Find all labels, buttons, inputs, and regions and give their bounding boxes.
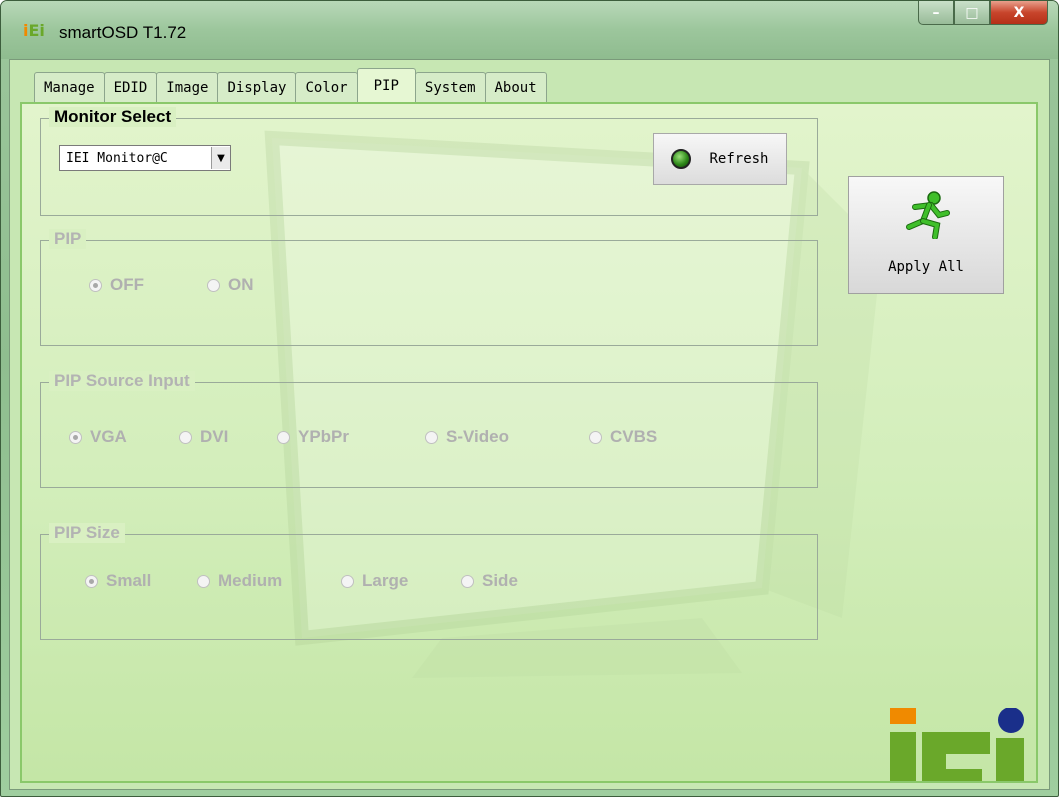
radio-selected-icon <box>89 278 102 292</box>
tab-manage[interactable]: Manage <box>34 72 105 102</box>
app-logo-icon: iEi <box>23 21 45 40</box>
tab-edid[interactable]: EDID <box>103 72 158 102</box>
source-dvi-radio[interactable]: DVI <box>179 427 228 447</box>
tab-system[interactable]: System <box>414 72 486 102</box>
radio-icon <box>589 430 602 444</box>
radio-icon <box>341 574 354 588</box>
size-small-radio[interactable]: Small <box>85 571 151 591</box>
source-svideo-label: S-Video <box>446 427 509 446</box>
pip-source-legend: PIP Source Input <box>49 371 195 391</box>
maximize-button[interactable]: □ <box>954 1 990 25</box>
source-dvi-label: DVI <box>200 427 229 446</box>
radio-icon <box>461 574 474 588</box>
pip-off-radio[interactable]: OFF <box>89 275 144 295</box>
status-led-icon <box>671 149 692 169</box>
pip-size-group: PIP Size Small Medium Large Side <box>40 523 818 640</box>
minimize-button[interactable]: – <box>918 1 954 25</box>
source-ypbpr-radio[interactable]: YPbPr <box>277 427 349 447</box>
client-area: Manage EDID Image Display Color PIP Syst… <box>9 59 1050 790</box>
pip-size-legend: PIP Size <box>49 523 125 543</box>
pip-off-label: OFF <box>110 275 144 294</box>
pip-on-radio[interactable]: ON <box>207 275 254 295</box>
monitor-select-group: Monitor Select IEI Monitor@C ▼ Refresh <box>40 107 818 216</box>
radio-icon <box>277 430 290 444</box>
refresh-button[interactable]: Refresh <box>653 133 787 185</box>
source-ypbpr-label: YPbPr <box>298 427 350 446</box>
window-title: smartOSD T1.72 <box>59 23 187 42</box>
monitor-dropdown[interactable]: IEI Monitor@C ▼ <box>59 145 231 171</box>
tab-bar: Manage EDID Image Display Color PIP Syst… <box>34 68 547 102</box>
radio-selected-icon <box>85 574 98 588</box>
size-medium-label: Medium <box>218 571 283 590</box>
chevron-down-icon[interactable]: ▼ <box>211 147 230 169</box>
close-button[interactable]: X <box>990 1 1048 25</box>
app-window: iEi smartOSD T1.72 – □ X Manage EDID Ima… <box>0 0 1059 797</box>
size-large-radio[interactable]: Large <box>341 571 408 591</box>
apply-all-label: Apply All <box>888 259 964 275</box>
tab-display[interactable]: Display <box>217 72 297 102</box>
monitor-dropdown-value: IEI Monitor@C <box>66 150 168 166</box>
title-bar[interactable]: iEi smartOSD T1.72 – □ X <box>1 1 1058 59</box>
pip-on-label: ON <box>228 275 254 294</box>
monitor-select-legend: Monitor Select <box>49 107 177 127</box>
tab-color[interactable]: Color <box>295 72 358 102</box>
close-icon: X <box>1013 4 1025 21</box>
window-controls: – □ X <box>918 1 1048 27</box>
size-side-radio[interactable]: Side <box>461 571 518 591</box>
size-side-label: Side <box>482 571 518 590</box>
source-cvbs-label: CVBS <box>610 427 658 446</box>
radio-icon <box>197 574 210 588</box>
radio-icon <box>207 278 220 292</box>
pip-panel: Monitor Select IEI Monitor@C ▼ Refresh A… <box>20 102 1038 783</box>
source-vga-radio[interactable]: VGA <box>69 427 127 447</box>
running-man-icon <box>906 191 950 239</box>
minimize-icon: – <box>932 4 940 21</box>
pip-legend: PIP <box>49 229 87 249</box>
source-vga-label: VGA <box>90 427 127 446</box>
tab-image[interactable]: Image <box>156 72 219 102</box>
pip-group: PIP OFF ON <box>40 229 818 346</box>
pip-source-group: PIP Source Input VGA DVI YPbPr S-Video C… <box>40 371 818 488</box>
radio-selected-icon <box>69 430 82 444</box>
radio-icon <box>425 430 438 444</box>
size-small-label: Small <box>106 571 152 590</box>
tab-about[interactable]: About <box>484 72 547 102</box>
source-cvbs-radio[interactable]: CVBS <box>589 427 657 447</box>
iei-logo-icon: ® <box>890 708 1024 781</box>
refresh-label: Refresh <box>709 151 769 167</box>
source-svideo-radio[interactable]: S-Video <box>425 427 509 447</box>
size-medium-radio[interactable]: Medium <box>197 571 282 591</box>
radio-icon <box>179 430 192 444</box>
apply-all-button[interactable]: Apply All <box>848 176 1004 294</box>
maximize-icon: □ <box>965 4 979 21</box>
tab-pip[interactable]: PIP <box>356 68 416 102</box>
size-large-label: Large <box>362 571 409 590</box>
